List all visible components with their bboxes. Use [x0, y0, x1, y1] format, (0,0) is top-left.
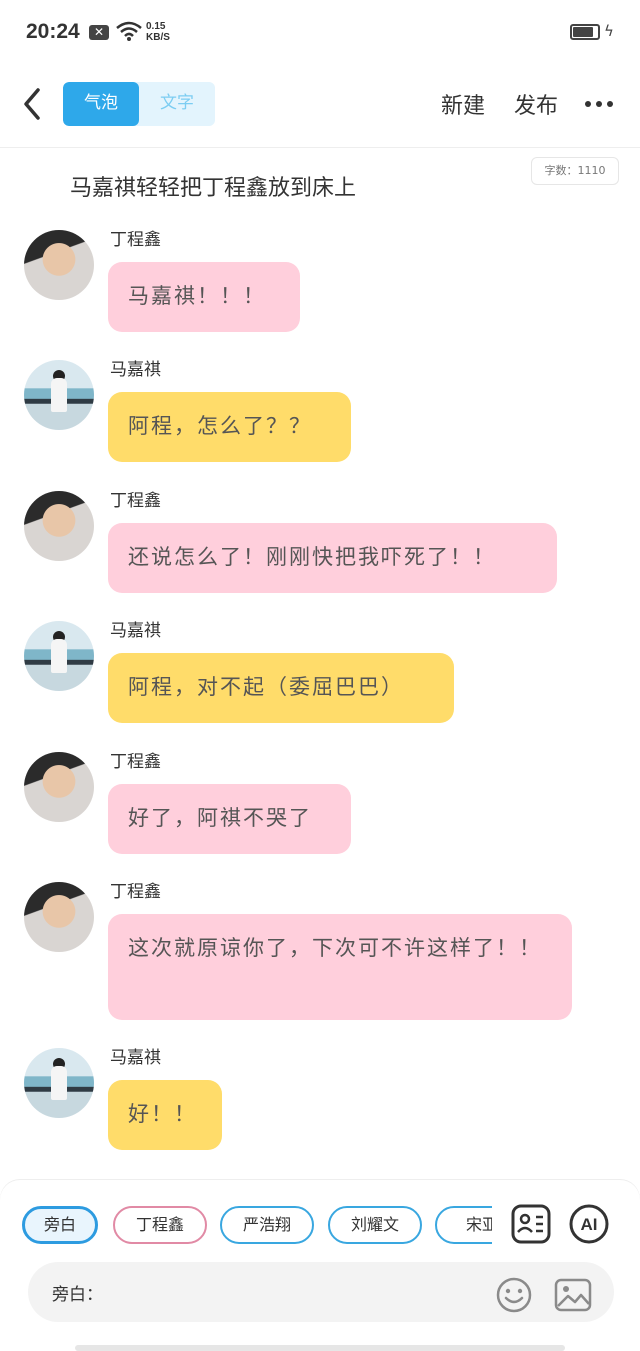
speaker-name: 丁程鑫 — [110, 882, 161, 902]
top-bar: 气泡 文字 新建 发布 — [0, 62, 640, 148]
publish-button[interactable]: 发布 — [514, 88, 558, 120]
status-bar: 20:24 ✕ 0.15 KB/S ϟ — [0, 0, 640, 62]
role-chip[interactable]: 严浩翔 — [220, 1206, 314, 1244]
input-role-label: 旁白： — [52, 1285, 103, 1305]
word-count-badge: 字数：1110 — [531, 157, 619, 185]
message-bubble[interactable]: 这次就原谅你了，下次可不许这样了！！ — [108, 914, 572, 1020]
message-bubble[interactable]: 还说怎么了！刚刚快把我吓死了！！ — [108, 523, 557, 593]
speaker-name: 丁程鑫 — [110, 230, 161, 250]
speaker-name: 马嘉祺 — [110, 360, 161, 380]
speaker-name: 丁程鑫 — [110, 491, 161, 511]
role-chip[interactable]: 丁程鑫 — [113, 1206, 207, 1244]
image-icon[interactable] — [554, 1277, 592, 1313]
charging-icon: ϟ — [604, 22, 614, 40]
tab-text[interactable]: 文字 — [139, 82, 215, 126]
avatar-ding-chengxin[interactable] — [24, 230, 94, 300]
message-bubble[interactable]: 好了，阿祺不哭了 — [108, 784, 351, 854]
ai-label: AI — [581, 1215, 598, 1234]
role-selector: 旁白 丁程鑫 严浩翔 刘耀文 宋亚 — [20, 1206, 492, 1246]
message-bubble[interactable]: 马嘉祺！！！ — [108, 262, 300, 332]
narration-text[interactable]: 马嘉祺轻轻把丁程鑫放到床上 — [70, 170, 356, 202]
speaker-name: 马嘉祺 — [110, 1048, 161, 1068]
network-speed: 0.15 KB/S — [146, 21, 170, 43]
back-icon[interactable] — [18, 84, 48, 124]
message-bubble[interactable]: 阿程，对不起（委屈巴巴） — [108, 653, 454, 723]
mode-switch: 气泡 文字 — [63, 82, 215, 126]
notification-icon: ✕ — [89, 25, 109, 40]
avatar-ding-chengxin[interactable] — [24, 752, 94, 822]
avatar-ding-chengxin[interactable] — [24, 882, 94, 952]
speaker-name: 丁程鑫 — [110, 752, 161, 772]
avatar-ding-chengxin[interactable] — [24, 491, 94, 561]
smiley-icon[interactable] — [496, 1277, 532, 1313]
new-button[interactable]: 新建 — [441, 88, 485, 120]
avatar-ma-jiaqi[interactable] — [24, 621, 94, 691]
message-input[interactable] — [108, 1278, 488, 1306]
battery-icon — [570, 24, 600, 40]
speed-value: 0.15 — [146, 21, 166, 32]
role-chip[interactable]: 刘耀文 — [328, 1206, 422, 1244]
home-indicator — [75, 1345, 565, 1351]
status-time: 20:24 — [26, 20, 80, 43]
role-card-icon[interactable] — [511, 1204, 551, 1244]
avatar-ma-jiaqi[interactable] — [24, 360, 94, 430]
speaker-name: 马嘉祺 — [110, 621, 161, 641]
role-chip[interactable]: 宋亚 — [435, 1206, 492, 1244]
more-icon[interactable] — [585, 101, 613, 109]
tab-bubble[interactable]: 气泡 — [63, 82, 139, 126]
message-bubble[interactable]: 好！！ — [108, 1080, 222, 1150]
battery-level — [573, 27, 594, 37]
wifi-icon — [116, 21, 142, 41]
speed-unit: KB/S — [146, 32, 170, 43]
avatar-ma-jiaqi[interactable] — [24, 1048, 94, 1118]
message-bubble[interactable]: 阿程，怎么了？？ — [108, 392, 351, 462]
ai-button[interactable]: AI — [569, 1204, 609, 1244]
role-chip-narrator[interactable]: 旁白 — [22, 1206, 98, 1244]
